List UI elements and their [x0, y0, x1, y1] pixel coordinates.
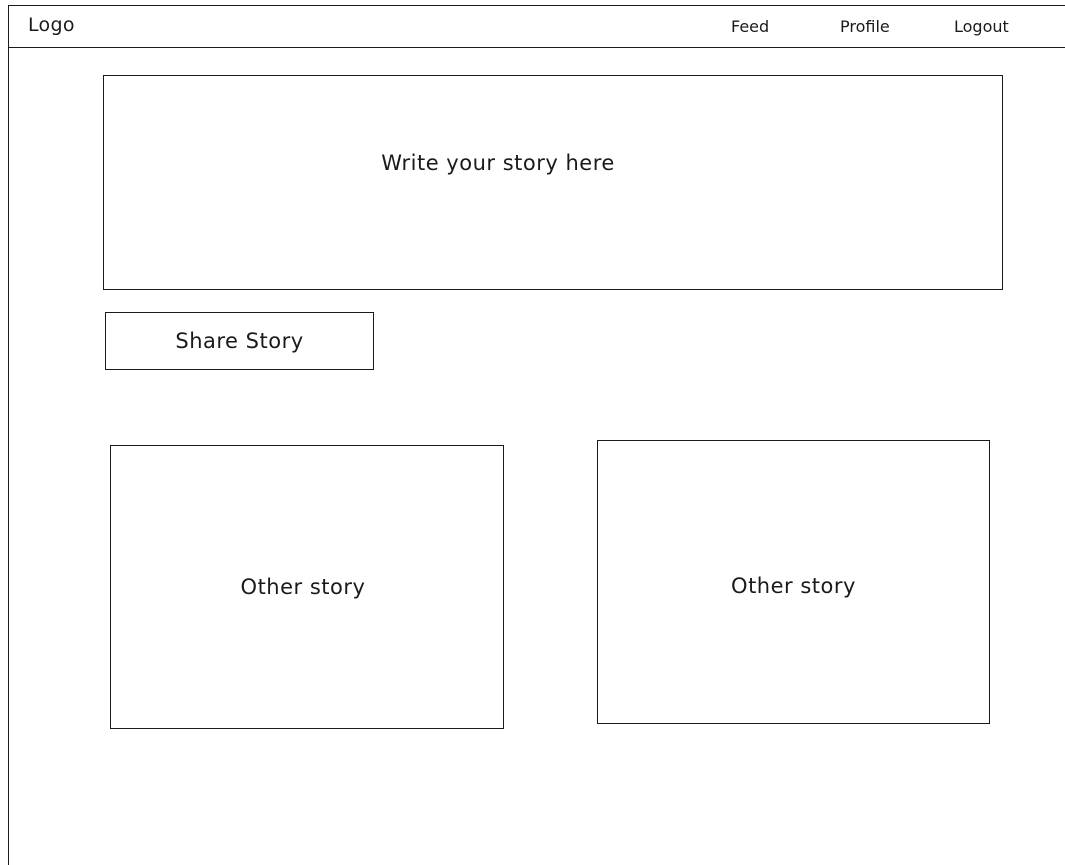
navbar: Logo Feed Profile Logout	[8, 5, 1065, 48]
share-story-button[interactable]: Share Story	[105, 312, 374, 370]
story-input-placeholder: Write your story here	[381, 150, 615, 175]
story-card-text: Other story	[240, 575, 366, 599]
logo[interactable]: Logo	[28, 14, 75, 36]
nav-link-feed[interactable]: Feed	[731, 17, 769, 36]
story-input[interactable]: Write your story here	[103, 75, 1003, 290]
nav-link-profile[interactable]: Profile	[840, 17, 890, 36]
nav-link-logout[interactable]: Logout	[954, 17, 1009, 36]
story-card[interactable]: Other story	[110, 445, 504, 729]
story-card[interactable]: Other story	[597, 440, 990, 724]
story-card-text: Other story	[731, 574, 856, 598]
